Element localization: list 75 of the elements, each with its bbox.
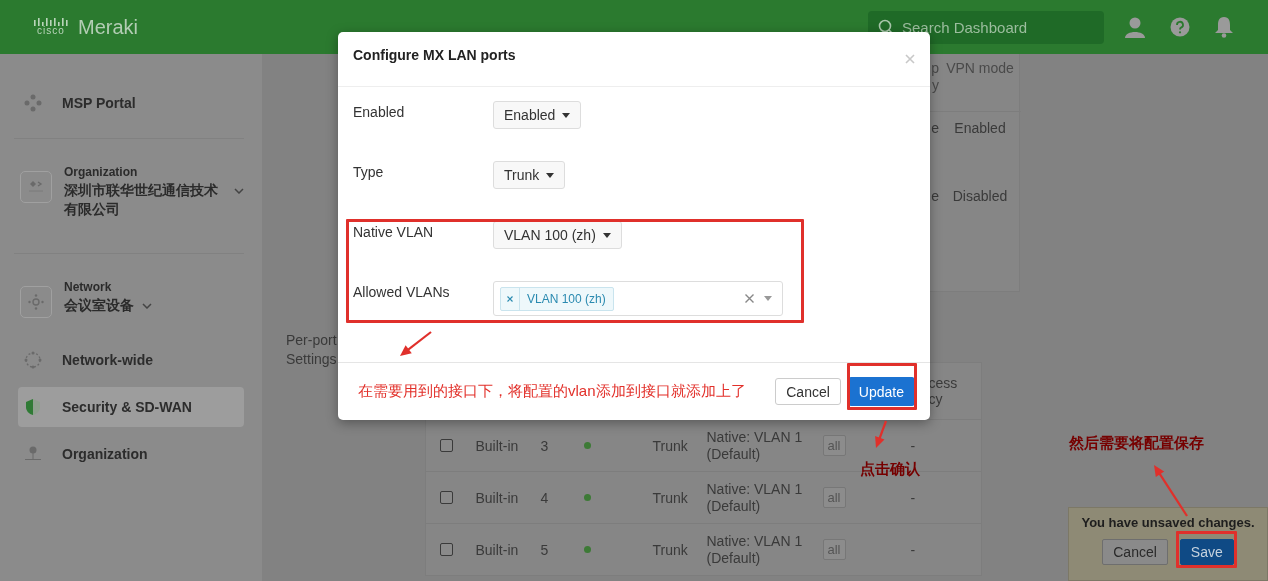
checkbox[interactable] bbox=[440, 491, 453, 504]
table-cell-text: e bbox=[930, 187, 939, 206]
table-cell: 5 bbox=[540, 541, 549, 558]
network-icon bbox=[28, 294, 44, 310]
logo-text: cisco bbox=[37, 26, 65, 36]
portal-icon bbox=[24, 94, 42, 112]
section-label: Per-port Settings bbox=[286, 331, 338, 369]
chevron-icon bbox=[142, 303, 152, 309]
field-label: Type bbox=[353, 163, 385, 180]
user-icon[interactable] bbox=[1124, 16, 1146, 38]
field-label: Allowed VLANs bbox=[353, 283, 451, 300]
caret-icon bbox=[562, 112, 571, 118]
nav-item[interactable]: MSP Portal bbox=[18, 83, 244, 123]
table-cell: Built-in bbox=[475, 489, 519, 506]
help-icon[interactable] bbox=[1170, 17, 1190, 37]
highlight-frame bbox=[1176, 531, 1237, 568]
table-cell-text: Disabled bbox=[951, 187, 1009, 206]
table-cell-text: Native: VLAN 1 (Default) bbox=[706, 480, 804, 515]
brand-name: Meraki bbox=[78, 15, 138, 39]
caret-icon bbox=[764, 296, 772, 301]
organization-icon bbox=[24, 445, 42, 463]
logo-icon bbox=[34, 18, 68, 26]
table-cell: Trunk bbox=[652, 541, 688, 558]
picker-caption: Network bbox=[64, 280, 113, 294]
network-icon bbox=[24, 351, 42, 369]
picker-value: 深圳市联华世纪通信技术有限公司 bbox=[64, 181, 219, 219]
table-cell-text: e bbox=[930, 119, 939, 138]
table-cell: - bbox=[910, 489, 916, 506]
annotation-text: 然后需要将配置保存 bbox=[1069, 434, 1204, 453]
cancel-button[interactable]: Cancel bbox=[775, 378, 841, 405]
dropdown[interactable]: Enabled bbox=[493, 101, 582, 129]
vlan-tag[interactable]: VLAN 100 (zh) bbox=[500, 286, 614, 311]
dropdown[interactable]: Trunk bbox=[493, 161, 566, 189]
highlight-frame bbox=[847, 363, 917, 410]
dialog-title: Configure MX LAN ports bbox=[353, 47, 516, 63]
search-icon bbox=[878, 19, 894, 35]
annotation-text: 在需要用到的接口下，将配置的vlan添加到接口就添加上了 bbox=[358, 382, 746, 401]
nav-item[interactable]: Network-wide bbox=[18, 340, 244, 380]
table-cell-text: Enabled bbox=[953, 119, 1007, 138]
column-header: VPN mode bbox=[939, 54, 1021, 112]
checkbox[interactable] bbox=[440, 439, 453, 452]
caret-icon bbox=[546, 172, 555, 178]
picker-caption: Organization bbox=[64, 165, 139, 179]
table-cell: 3 bbox=[540, 437, 549, 454]
table-cell: - bbox=[910, 437, 916, 454]
unsaved-message: You have unsaved changes. bbox=[1081, 515, 1255, 530]
dropdown[interactable]: VLAN 100 (zh) bbox=[493, 221, 622, 249]
shield-icon bbox=[24, 398, 42, 416]
remove-icon[interactable] bbox=[507, 295, 513, 302]
checkbox[interactable] bbox=[440, 543, 453, 556]
annotation-text: 点击确认 bbox=[860, 460, 920, 479]
bell-icon[interactable] bbox=[1214, 16, 1234, 38]
multi-select-field[interactable]: VLAN 100 (zh) bbox=[493, 281, 783, 316]
table-cell: Built-in bbox=[475, 437, 519, 454]
caret-icon bbox=[602, 232, 611, 238]
table-cell: 4 bbox=[540, 489, 549, 506]
table-cell: Trunk bbox=[652, 489, 688, 506]
field-label: Enabled bbox=[353, 103, 406, 120]
table-cell: Trunk bbox=[652, 437, 688, 454]
cancel-button[interactable]: Cancel bbox=[1102, 539, 1168, 565]
organization-picker[interactable]: Organization 深圳市联华世纪通信技术有限公司 bbox=[18, 165, 244, 219]
field-label: Native VLAN bbox=[353, 223, 435, 240]
table-cell-text: Native: VLAN 1 (Default) bbox=[706, 532, 804, 567]
table-cell-text: Native: VLAN 1 (Default) bbox=[706, 428, 804, 463]
picker-value: 会议室设备 bbox=[64, 296, 134, 315]
nav-item[interactable]: Security & SD-WAN bbox=[18, 387, 244, 427]
organization-icon bbox=[28, 179, 44, 195]
table-cell: Built-in bbox=[475, 541, 519, 558]
update-button[interactable]: Update bbox=[847, 377, 915, 406]
nav-item[interactable]: Organization bbox=[18, 434, 244, 474]
save-button[interactable]: Save bbox=[1179, 539, 1234, 565]
network-picker[interactable]: Network 会议室设备 bbox=[18, 280, 244, 318]
clear-icon[interactable] bbox=[745, 294, 754, 303]
chevron-icon bbox=[234, 188, 244, 194]
table-cell: - bbox=[910, 541, 916, 558]
